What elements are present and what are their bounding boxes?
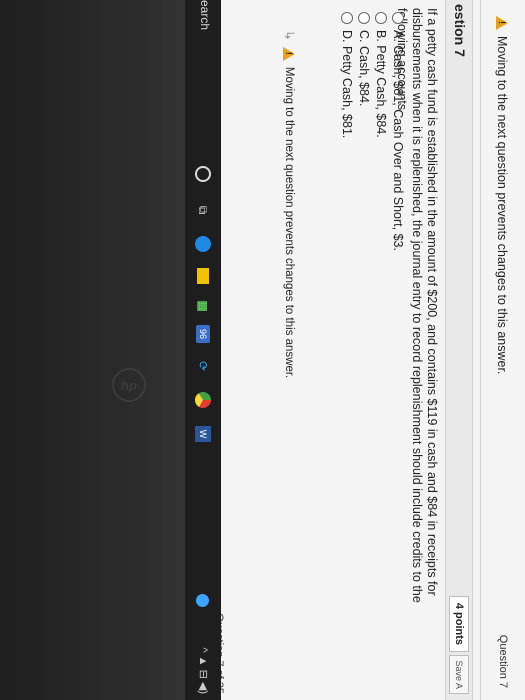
sync-icon[interactable]: ⟳ xyxy=(193,356,213,376)
browser-screen: Moving to the next question prevents cha… xyxy=(185,0,525,700)
bottom-warning: ↳ Moving to the next question prevents c… xyxy=(281,30,297,378)
bottom-warning-text: Moving to the next question prevents cha… xyxy=(283,66,295,379)
option-label: B. Petty Cash, $84. xyxy=(374,30,389,138)
radio-button[interactable] xyxy=(375,12,388,24)
points-badge: 4 points xyxy=(449,595,469,652)
question-title: estion 7 xyxy=(452,4,468,57)
option-label: A. Cash, $81; Cash Over and Short, $3. xyxy=(391,30,406,251)
option-a[interactable]: A. Cash, $81; Cash Over and Short, $3. xyxy=(390,12,407,251)
question-header: estion 7 4 points Save A xyxy=(445,0,473,700)
option-label: C. Cash, $84. xyxy=(357,30,372,107)
notification-badge-icon[interactable]: 96 xyxy=(193,324,213,344)
divider xyxy=(480,0,481,700)
cortana-icon[interactable] xyxy=(193,164,213,184)
question-nav-label[interactable]: Question 7 xyxy=(497,635,509,688)
task-view-icon[interactable]: ⧉ xyxy=(193,200,213,220)
radio-button[interactable] xyxy=(341,12,354,24)
taskbar-search[interactable]: earch xyxy=(198,0,212,30)
option-label: D. Petty Cash, $81. xyxy=(340,30,355,139)
radio-button[interactable] xyxy=(392,12,405,24)
answer-options: A. Cash, $81; Cash Over and Short, $3. B… xyxy=(339,12,407,251)
top-warning-text: Moving to the next question prevents cha… xyxy=(495,36,509,375)
warning-icon xyxy=(496,16,508,30)
hp-logo: hp xyxy=(112,368,146,402)
edge-icon[interactable] xyxy=(193,234,213,254)
option-c[interactable]: C. Cash, $84. xyxy=(356,12,373,251)
top-warning: Moving to the next question prevents cha… xyxy=(493,16,511,374)
system-tray-icons[interactable]: ^ ▲ ⊟ ◀) xyxy=(197,647,210,694)
save-answer-button[interactable]: Save A xyxy=(449,655,469,694)
file-explorer-icon[interactable] xyxy=(193,266,213,286)
taskbar: earch ⧉ ▦ 96 ⟳ W ^ ▲ ⊟ ◀) xyxy=(185,0,221,700)
radio-button[interactable] xyxy=(358,12,371,24)
help-icon[interactable] xyxy=(193,590,213,610)
arrow-icon: ↳ xyxy=(282,30,297,41)
store-icon[interactable]: ▦ xyxy=(193,296,213,316)
option-b[interactable]: B. Petty Cash, $84. xyxy=(373,12,390,251)
word-icon[interactable]: W xyxy=(193,424,213,444)
warning-icon xyxy=(283,46,295,61)
option-d[interactable]: D. Petty Cash, $81. xyxy=(339,12,356,251)
chrome-icon[interactable] xyxy=(193,390,213,410)
